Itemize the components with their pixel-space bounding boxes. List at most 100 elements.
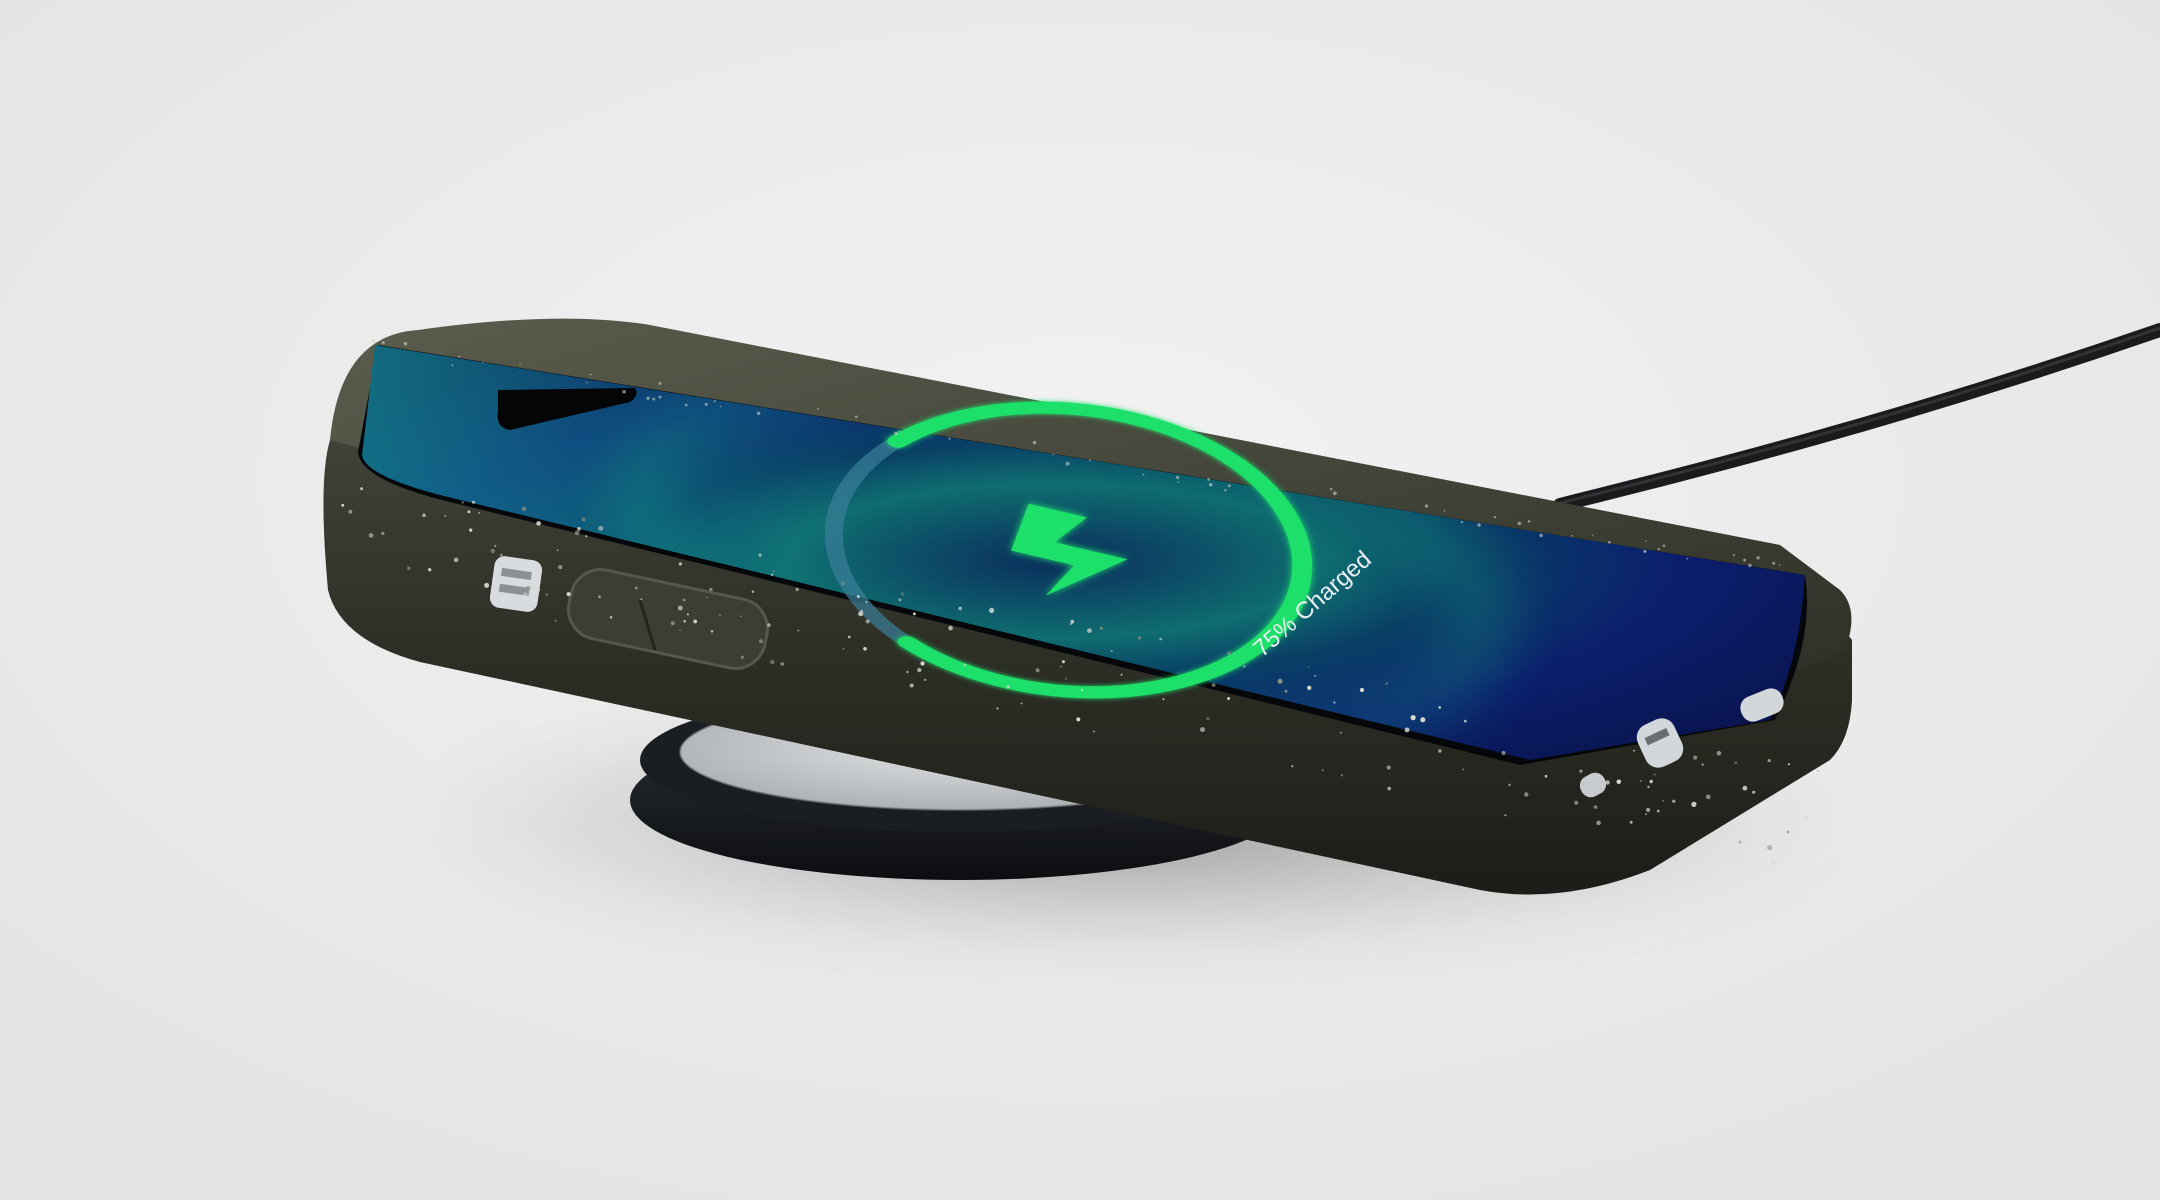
speckle: [1662, 799, 1665, 802]
speckle: [348, 509, 353, 514]
speckle: [865, 600, 868, 604]
speckle: [1035, 668, 1040, 673]
speckle: [996, 707, 999, 710]
speckle: [1120, 673, 1123, 676]
speckle: [1307, 666, 1310, 668]
speckle: [658, 395, 662, 399]
speckle: [858, 611, 864, 617]
speckle: [683, 619, 686, 623]
speckle: [1794, 793, 1797, 796]
speckle: [706, 596, 708, 599]
speckle: [1070, 619, 1075, 624]
speckle: [1574, 800, 1579, 805]
speckle: [1463, 719, 1467, 723]
speckle: [1686, 557, 1689, 560]
speckle: [1176, 475, 1180, 479]
speckle: [1579, 769, 1583, 773]
speckle: [1321, 769, 1324, 772]
speckle: [1501, 750, 1506, 756]
speckle: [1605, 780, 1610, 785]
speckle: [1477, 523, 1481, 527]
speckle: [1020, 702, 1023, 705]
speckle: [522, 592, 528, 598]
speckle: [598, 525, 604, 531]
speckle: [1110, 650, 1113, 652]
speckle: [494, 544, 497, 548]
speckle: [740, 655, 745, 659]
speckle: [381, 341, 385, 345]
speckle: [924, 678, 927, 682]
speckle: [622, 390, 626, 394]
speckle: [1691, 801, 1697, 808]
speckle: [381, 531, 385, 536]
speckle: [609, 616, 613, 619]
speckle: [467, 510, 471, 514]
speckle: [1656, 809, 1660, 813]
speckle: [1732, 554, 1736, 557]
speckle: [341, 503, 345, 507]
speckle: [1645, 813, 1647, 815]
speckle: [1386, 765, 1391, 770]
speckle: [1633, 749, 1635, 752]
speckle: [1200, 727, 1205, 733]
speckle: [1804, 838, 1807, 841]
speckle: [1207, 478, 1210, 481]
speckle: [1425, 504, 1429, 508]
speckle: [458, 355, 461, 358]
speckle: [817, 408, 819, 411]
speckle: [917, 667, 922, 673]
speckle: [1277, 678, 1283, 684]
speckle: [1333, 701, 1336, 704]
speckle: [1284, 689, 1288, 693]
speckle: [1772, 561, 1776, 565]
speckle: [713, 400, 716, 403]
speckle: [521, 506, 527, 512]
speckle: [658, 381, 662, 385]
speckle: [558, 565, 563, 570]
speckle: [1052, 453, 1054, 456]
speckle: [670, 621, 675, 626]
speckle: [856, 595, 860, 598]
speckle: [403, 341, 408, 346]
speckle: [795, 587, 799, 592]
speckle: [1224, 489, 1227, 492]
speckle: [472, 500, 475, 504]
speckle: [963, 663, 967, 667]
speckle: [1616, 779, 1622, 785]
speckle: [1639, 780, 1642, 782]
speckle: [1138, 636, 1142, 640]
speckle: [536, 587, 541, 592]
speckle: [652, 397, 656, 401]
speckle: [526, 586, 531, 591]
speckle: [1705, 794, 1711, 800]
speckle: [1701, 763, 1704, 766]
speckle: [1544, 774, 1548, 778]
speckle: [556, 549, 559, 552]
speckle: [842, 647, 845, 650]
speckle: [1504, 814, 1507, 817]
speckle: [770, 659, 775, 665]
speckle: [640, 598, 643, 601]
speckle: [574, 530, 580, 536]
speckle: [1778, 564, 1781, 566]
speckle: [484, 582, 490, 588]
speckle: [1460, 521, 1464, 524]
speckle: [1060, 665, 1062, 668]
speckle: [1743, 558, 1747, 562]
speckle: [1291, 765, 1294, 768]
speckle: [1404, 727, 1410, 733]
speckle: [1387, 786, 1392, 791]
speckle: [1643, 549, 1647, 553]
speckle: [759, 639, 763, 644]
speckle: [1571, 535, 1573, 537]
speckle: [1314, 675, 1316, 677]
speckle: [554, 619, 557, 622]
speckle: [1462, 768, 1465, 771]
speckle: [770, 573, 774, 576]
speckle: [1756, 556, 1760, 560]
speckle: [1591, 534, 1594, 536]
speckle: [499, 553, 503, 557]
speckle: [1142, 473, 1145, 476]
speckle: [758, 553, 762, 557]
speckle: [1359, 687, 1365, 693]
